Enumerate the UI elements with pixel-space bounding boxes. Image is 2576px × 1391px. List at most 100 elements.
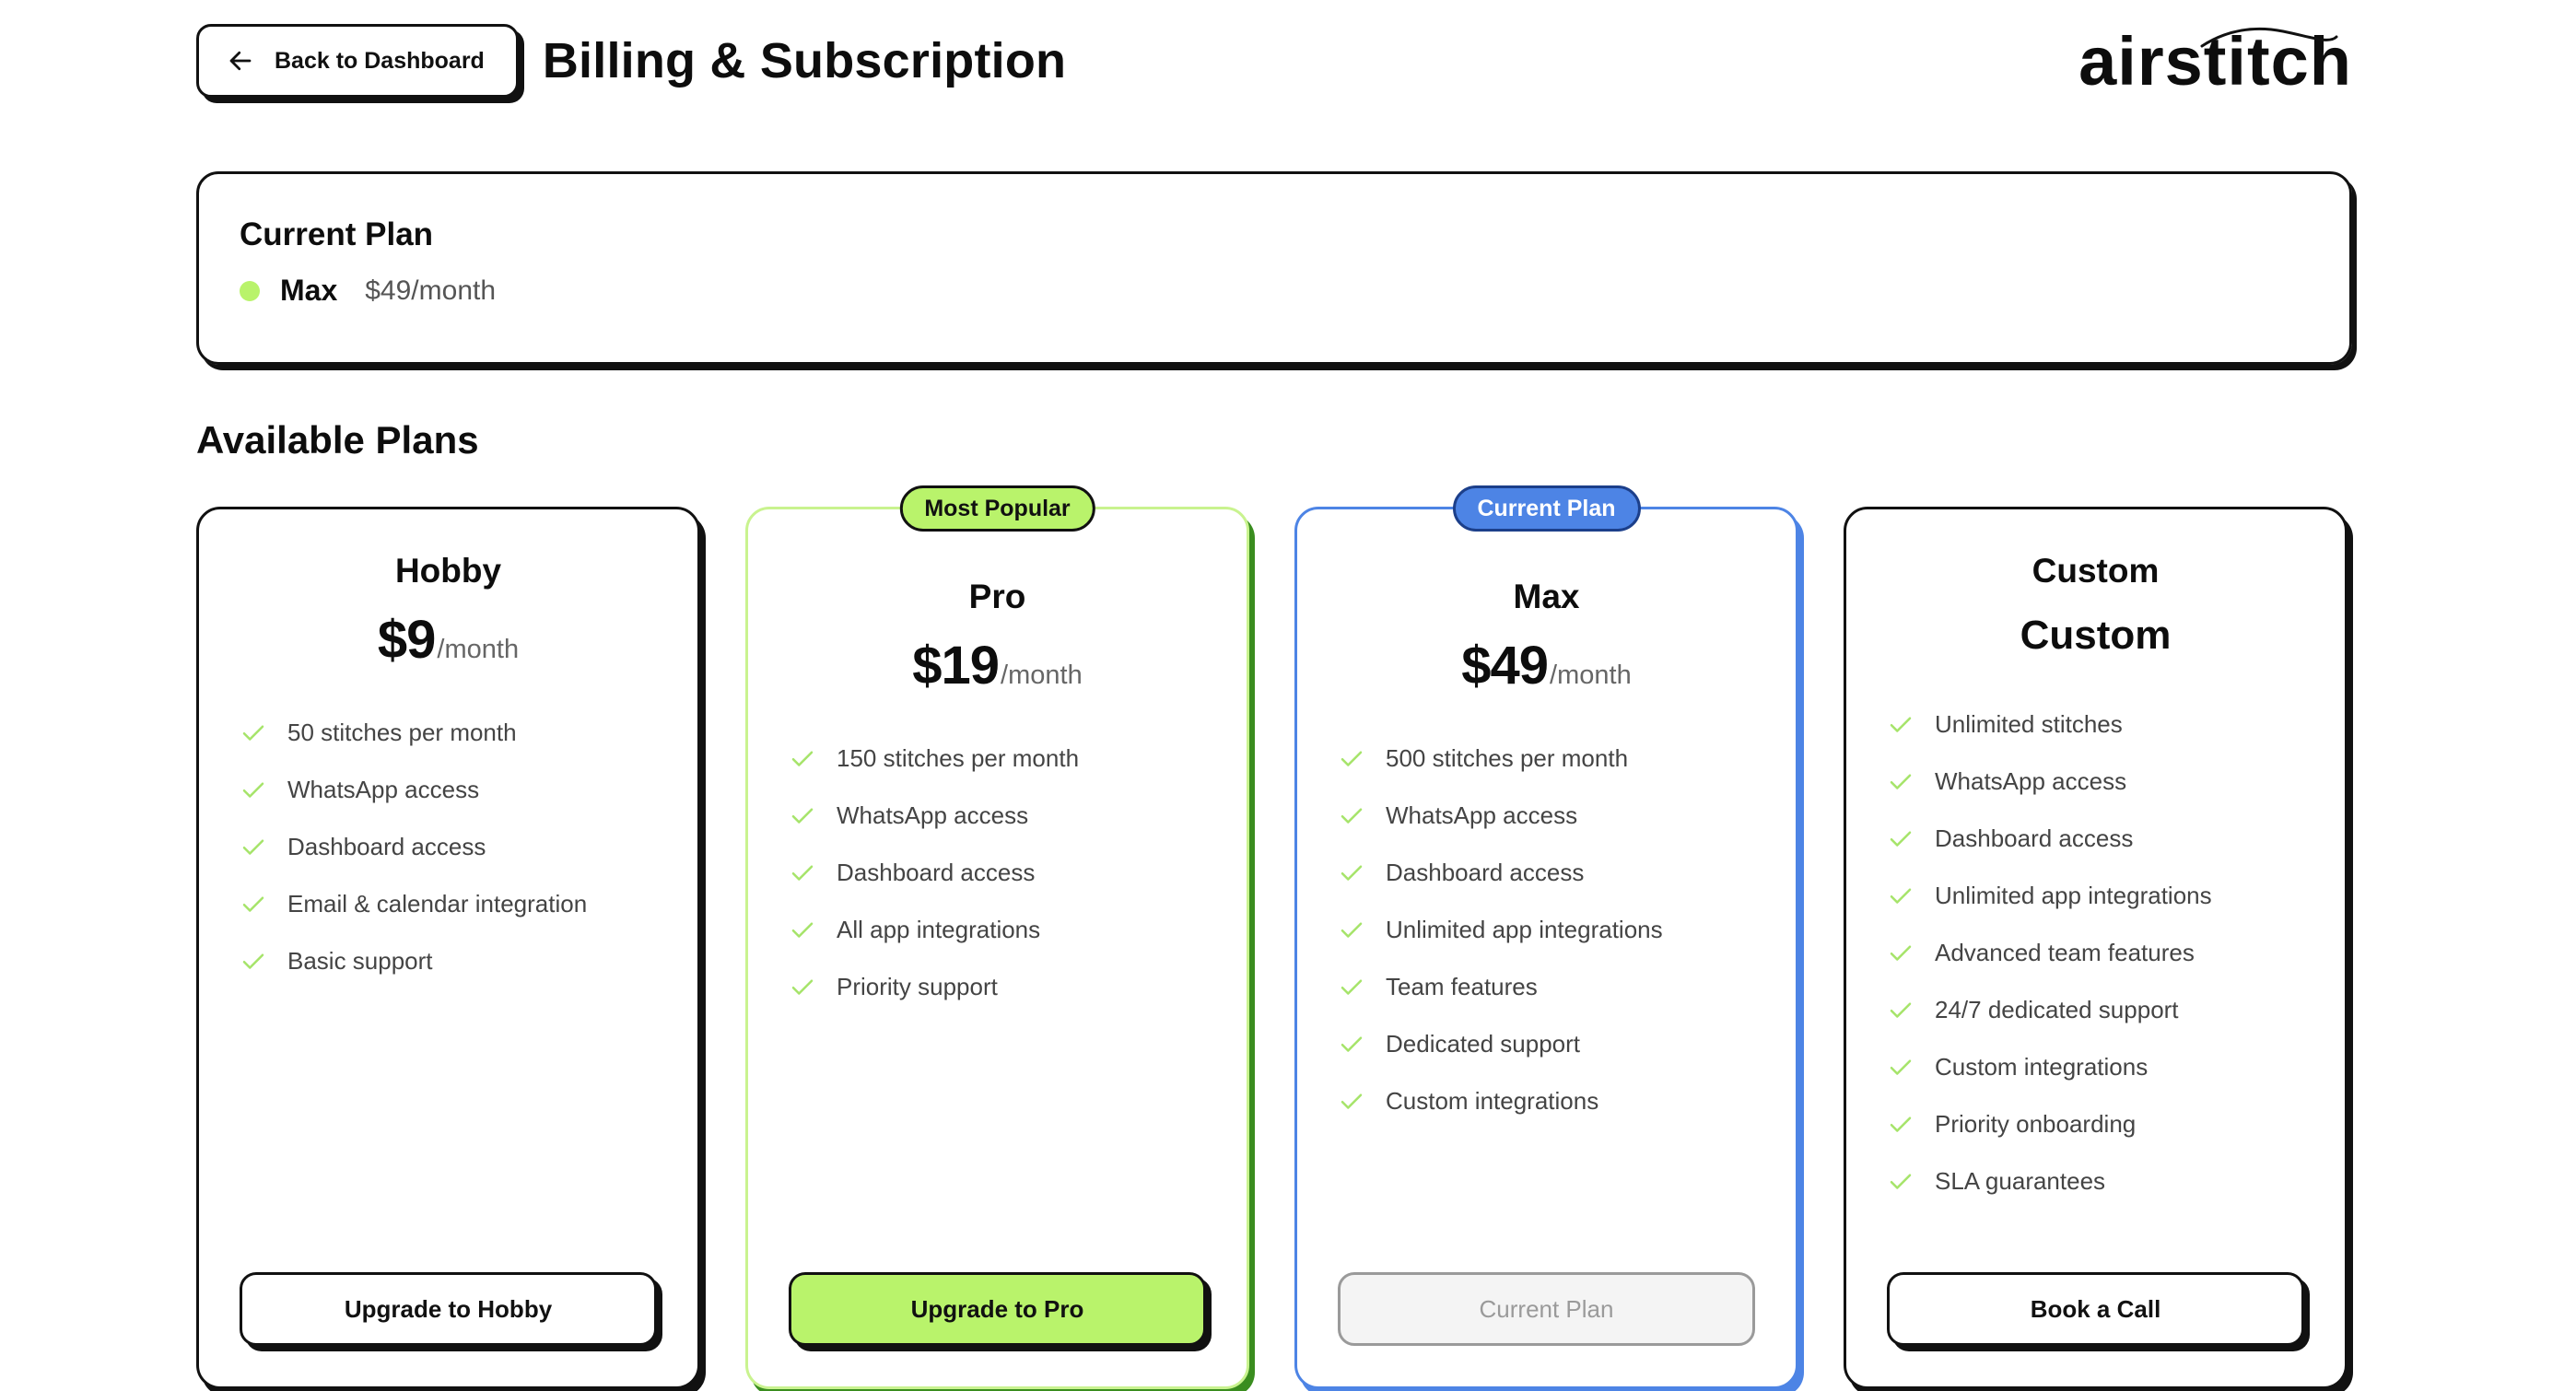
feature-text: 50 stitches per month: [287, 718, 517, 746]
check-icon: [1341, 808, 1363, 824]
feature-item: Priority support: [789, 958, 1247, 1015]
price-unit: /month: [437, 635, 520, 664]
feature-text: Team features: [1386, 972, 1538, 1000]
check-icon: [1890, 717, 1912, 732]
plan-name: Custom: [2032, 552, 2160, 590]
plan-card-custom: Custom Custom Unlimited stitches WhatsAp…: [1844, 507, 2348, 1389]
feature-text: Email & calendar integration: [287, 889, 588, 918]
page-title: Billing & Subscription: [542, 33, 1067, 88]
feature-item: Dashboard access: [1887, 810, 2345, 867]
current-plan-button[interactable]: Current Plan: [1338, 1272, 1755, 1346]
plan-name: Hobby: [394, 552, 502, 590]
current-plan-row: Max $49/month: [240, 274, 2309, 308]
feature-text: Advanced team features: [1935, 938, 2195, 966]
check-icon: [1890, 945, 1912, 961]
feature-item: Basic support: [240, 932, 697, 989]
plan-header: Hobby $9 /month: [199, 509, 697, 671]
feature-text: Priority onboarding: [1935, 1109, 2137, 1138]
check-icon: [791, 922, 814, 938]
check-icon: [791, 751, 814, 766]
feature-text: WhatsApp access: [1386, 801, 1578, 829]
feature-item: Unlimited app integrations: [1887, 867, 2345, 924]
feature-text: WhatsApp access: [837, 801, 1029, 829]
feature-item: Dashboard access: [1338, 844, 1796, 901]
current-plan-badge: Current Plan: [1452, 485, 1641, 532]
feature-text: Unlimited app integrations: [1386, 915, 1663, 943]
feature-item: Custom integrations: [1338, 1072, 1796, 1129]
feature-text: SLA guarantees: [1935, 1166, 2106, 1195]
feature-text: All app integrations: [837, 915, 1041, 943]
plan-header: Pro $19 /month: [748, 509, 1247, 696]
back-to-dashboard-button[interactable]: Back to Dashboard: [196, 24, 519, 98]
back-button-label: Back to Dashboard: [275, 47, 485, 74]
status-dot: [240, 280, 260, 301]
feature-text: Basic support: [287, 946, 433, 975]
logo-thread-swoosh-icon: [2200, 27, 2338, 48]
price-line: $19 /month: [748, 635, 1247, 696]
feature-item: 24/7 dedicated support: [1887, 981, 2345, 1038]
most-popular-badge: Most Popular: [899, 485, 1095, 532]
check-icon: [1890, 1002, 1912, 1018]
feature-text: Unlimited stitches: [1935, 709, 2123, 738]
check-icon: [1890, 774, 1912, 789]
plan-price: Custom: [2020, 613, 2172, 658]
feature-item: Advanced team features: [1887, 924, 2345, 981]
feature-text: Custom integrations: [1386, 1086, 1599, 1115]
plan-price: $19: [912, 636, 1000, 696]
feature-list: 50 stitches per month WhatsApp access Da…: [199, 704, 697, 989]
book-a-call-button[interactable]: Book a Call: [1887, 1272, 2304, 1346]
price-unit: /month: [1550, 660, 1632, 690]
check-icon: [791, 979, 814, 995]
check-icon: [1890, 1116, 1912, 1132]
feature-text: Dashboard access: [837, 858, 1036, 886]
upgrade-to-pro-button[interactable]: Upgrade to Pro: [789, 1272, 1206, 1346]
plan-card-hobby: Hobby $9 /month 50 stitches per month Wh…: [196, 507, 700, 1389]
feature-list: Unlimited stitches WhatsApp access Dashb…: [1846, 696, 2345, 1210]
upgrade-to-hobby-button[interactable]: Upgrade to Hobby: [240, 1272, 657, 1346]
check-icon: [1341, 865, 1363, 881]
header: Back to Dashboard Billing & Subscription…: [196, 20, 2352, 101]
feature-item: Dashboard access: [789, 844, 1247, 901]
check-icon: [1890, 1059, 1912, 1075]
airstitch-logo: airstitch: [2078, 17, 2352, 105]
check-icon: [1890, 888, 1912, 904]
feature-text: Priority support: [837, 972, 998, 1000]
feature-text: Dedicated support: [1386, 1029, 1581, 1058]
feature-item: Dashboard access: [240, 818, 697, 875]
price-unit: /month: [1001, 660, 1083, 690]
plan-price: $49: [1461, 636, 1549, 696]
current-plan-card: Current Plan Max $49/month: [196, 171, 2352, 365]
price-line: $49 /month: [1297, 635, 1796, 696]
feature-text: Dashboard access: [287, 832, 486, 860]
check-icon: [791, 865, 814, 881]
feature-text: Custom integrations: [1935, 1052, 2149, 1081]
feature-text: 24/7 dedicated support: [1935, 995, 2179, 1023]
feature-item: Custom integrations: [1887, 1038, 2345, 1095]
check-icon: [1341, 922, 1363, 938]
check-icon: [1890, 1174, 1912, 1189]
feature-item: SLA guarantees: [1887, 1152, 2345, 1210]
feature-text: 150 stitches per month: [837, 743, 1080, 772]
feature-text: Unlimited app integrations: [1935, 881, 2212, 909]
feature-item: Priority onboarding: [1887, 1095, 2345, 1152]
feature-text: Dashboard access: [1935, 824, 2134, 852]
plans-grid: Hobby $9 /month 50 stitches per month Wh…: [196, 485, 2352, 1391]
feature-item: 50 stitches per month: [240, 704, 697, 761]
billing-page: Back to Dashboard Billing & Subscription…: [196, 20, 2352, 1391]
plan-header: Custom Custom: [1846, 509, 2345, 659]
feature-list: 150 stitches per month WhatsApp access D…: [748, 730, 1247, 1015]
feature-item: 500 stitches per month: [1338, 730, 1796, 787]
arrow-left-icon: [229, 51, 252, 71]
feature-text: WhatsApp access: [287, 775, 480, 803]
check-icon: [242, 782, 264, 798]
feature-text: WhatsApp access: [1935, 766, 2127, 795]
plan-price: $9: [377, 610, 437, 670]
feature-item: Email & calendar integration: [240, 875, 697, 932]
check-icon: [1341, 1093, 1363, 1109]
check-icon: [1341, 1036, 1363, 1052]
feature-item: Team features: [1338, 958, 1796, 1015]
feature-item: WhatsApp access: [240, 761, 697, 818]
available-plans-title: Available Plans: [196, 418, 479, 462]
feature-item: All app integrations: [789, 901, 1247, 958]
plan-name: Pro: [968, 578, 1026, 615]
